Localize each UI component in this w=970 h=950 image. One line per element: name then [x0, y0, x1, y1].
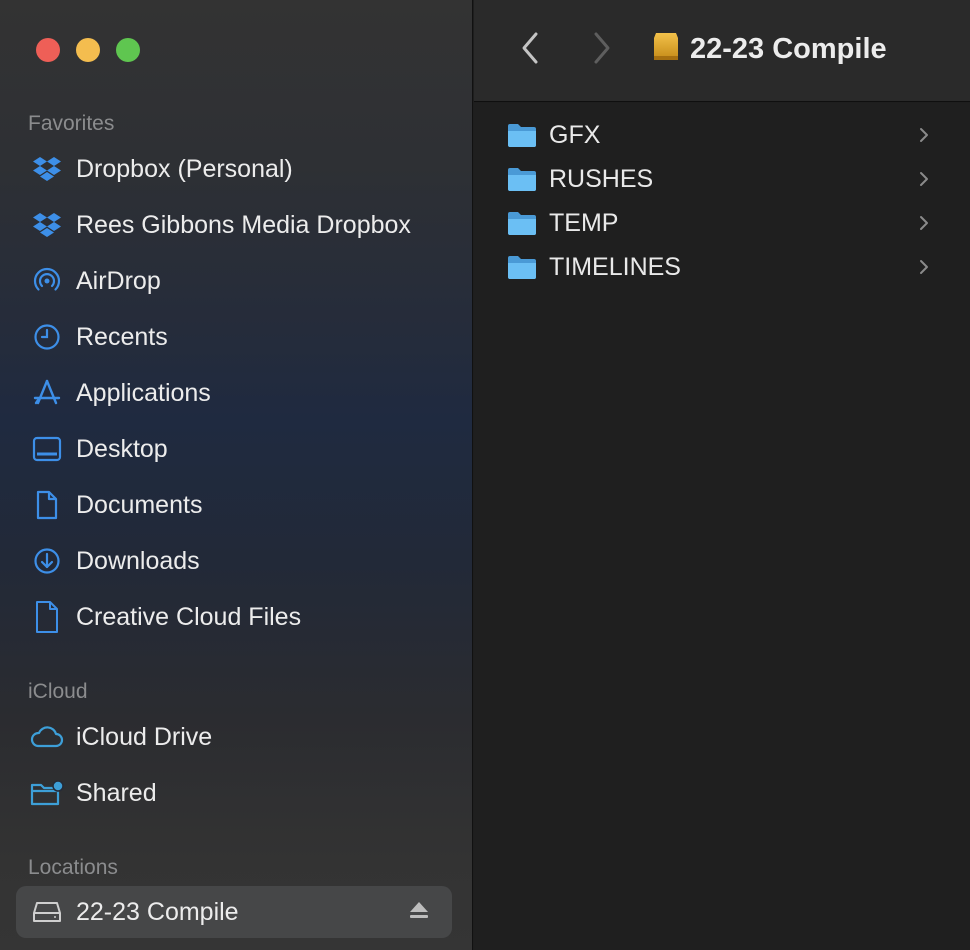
close-button[interactable] [36, 38, 60, 62]
sidebar-item-label: Desktop [76, 434, 168, 463]
folder-name: TEMP [549, 208, 619, 237]
sidebar-item-airdrop[interactable]: AirDrop [16, 255, 452, 307]
sidebar-item-label: Downloads [76, 546, 200, 575]
window-title: 22-23 Compile [652, 30, 887, 69]
sidebar-item-icloud-drive[interactable]: iCloud Drive [16, 711, 452, 763]
list-item[interactable]: GFX [474, 113, 970, 157]
sidebar-item-label: Creative Cloud Files [76, 602, 302, 631]
chevron-right-icon [594, 32, 610, 64]
section-title-icloud: iCloud [28, 680, 88, 703]
sidebar-item-desktop[interactable]: Desktop [16, 423, 452, 475]
sidebar-item-shared[interactable]: Shared [16, 767, 452, 819]
sidebar-item-label: Shared [76, 778, 157, 807]
applications-icon [16, 367, 76, 419]
window-title-text: 22-23 Compile [690, 33, 887, 65]
sidebar-item-label: Recents [76, 322, 168, 351]
sidebar-item-creative-cloud-files[interactable]: Creative Cloud Files [16, 591, 452, 643]
chevron-left-icon [522, 32, 538, 64]
section-title-locations: Locations [28, 856, 118, 879]
file-list: GFX RUSHES TEMP TIMELINES [474, 103, 970, 950]
list-item[interactable]: TEMP [474, 201, 970, 245]
sidebar: Favorites Dropbox (Personal) Rees Gibbon… [0, 0, 473, 950]
shared-folder-icon [16, 767, 76, 819]
folder-icon [507, 166, 537, 197]
sidebar-item-label: iCloud Drive [76, 722, 213, 751]
file-icon [16, 591, 76, 643]
finder-window: Favorites Dropbox (Personal) Rees Gibbon… [0, 0, 970, 950]
external-drive-icon [652, 30, 680, 69]
sidebar-item-rees-gibbons-dropbox[interactable]: Rees Gibbons Media Dropbox [16, 199, 452, 251]
sidebar-item-label: AirDrop [76, 266, 161, 295]
sidebar-item-recents[interactable]: Recents [16, 311, 452, 363]
clock-icon [16, 311, 76, 363]
back-button[interactable] [518, 30, 542, 71]
sidebar-item-downloads[interactable]: Downloads [16, 535, 452, 587]
sidebar-item-documents[interactable]: Documents [16, 479, 452, 531]
forward-button[interactable] [590, 30, 614, 71]
folder-name: TIMELINES [549, 252, 681, 281]
sidebar-item-label: Documents [76, 490, 203, 519]
folder-name: RUSHES [549, 164, 654, 193]
toolbar: 22-23 Compile [474, 0, 970, 102]
section-title-favorites: Favorites [28, 112, 115, 135]
window-controls [36, 38, 140, 62]
chevron-right-icon [918, 170, 930, 193]
sidebar-item-label: 22-23 Compile [76, 897, 239, 926]
dropbox-icon [16, 143, 76, 195]
sidebar-item-label: Applications [76, 378, 211, 407]
desktop-icon [16, 423, 76, 475]
sidebar-item-label: Rees Gibbons Media Dropbox [76, 210, 411, 239]
list-item[interactable]: TIMELINES [474, 245, 970, 289]
folder-icon [507, 122, 537, 153]
airdrop-icon [16, 255, 76, 307]
chevron-right-icon [918, 258, 930, 281]
chevron-right-icon [918, 214, 930, 237]
cloud-icon [16, 711, 76, 763]
folder-icon [507, 210, 537, 241]
sidebar-item-22-23-compile[interactable]: 22-23 Compile [16, 886, 452, 938]
folder-name: GFX [549, 120, 601, 149]
sidebar-item-dropbox-personal[interactable]: Dropbox (Personal) [16, 143, 452, 195]
folder-icon [507, 254, 537, 285]
download-icon [16, 535, 76, 587]
list-item[interactable]: RUSHES [474, 157, 970, 201]
chevron-right-icon [918, 126, 930, 149]
sidebar-item-applications[interactable]: Applications [16, 367, 452, 419]
sidebar-item-label: Dropbox (Personal) [76, 154, 293, 183]
zoom-button[interactable] [116, 38, 140, 62]
drive-icon [16, 886, 76, 938]
eject-icon[interactable] [408, 900, 430, 925]
dropbox-icon [16, 199, 76, 251]
document-icon [16, 479, 76, 531]
minimize-button[interactable] [76, 38, 100, 62]
